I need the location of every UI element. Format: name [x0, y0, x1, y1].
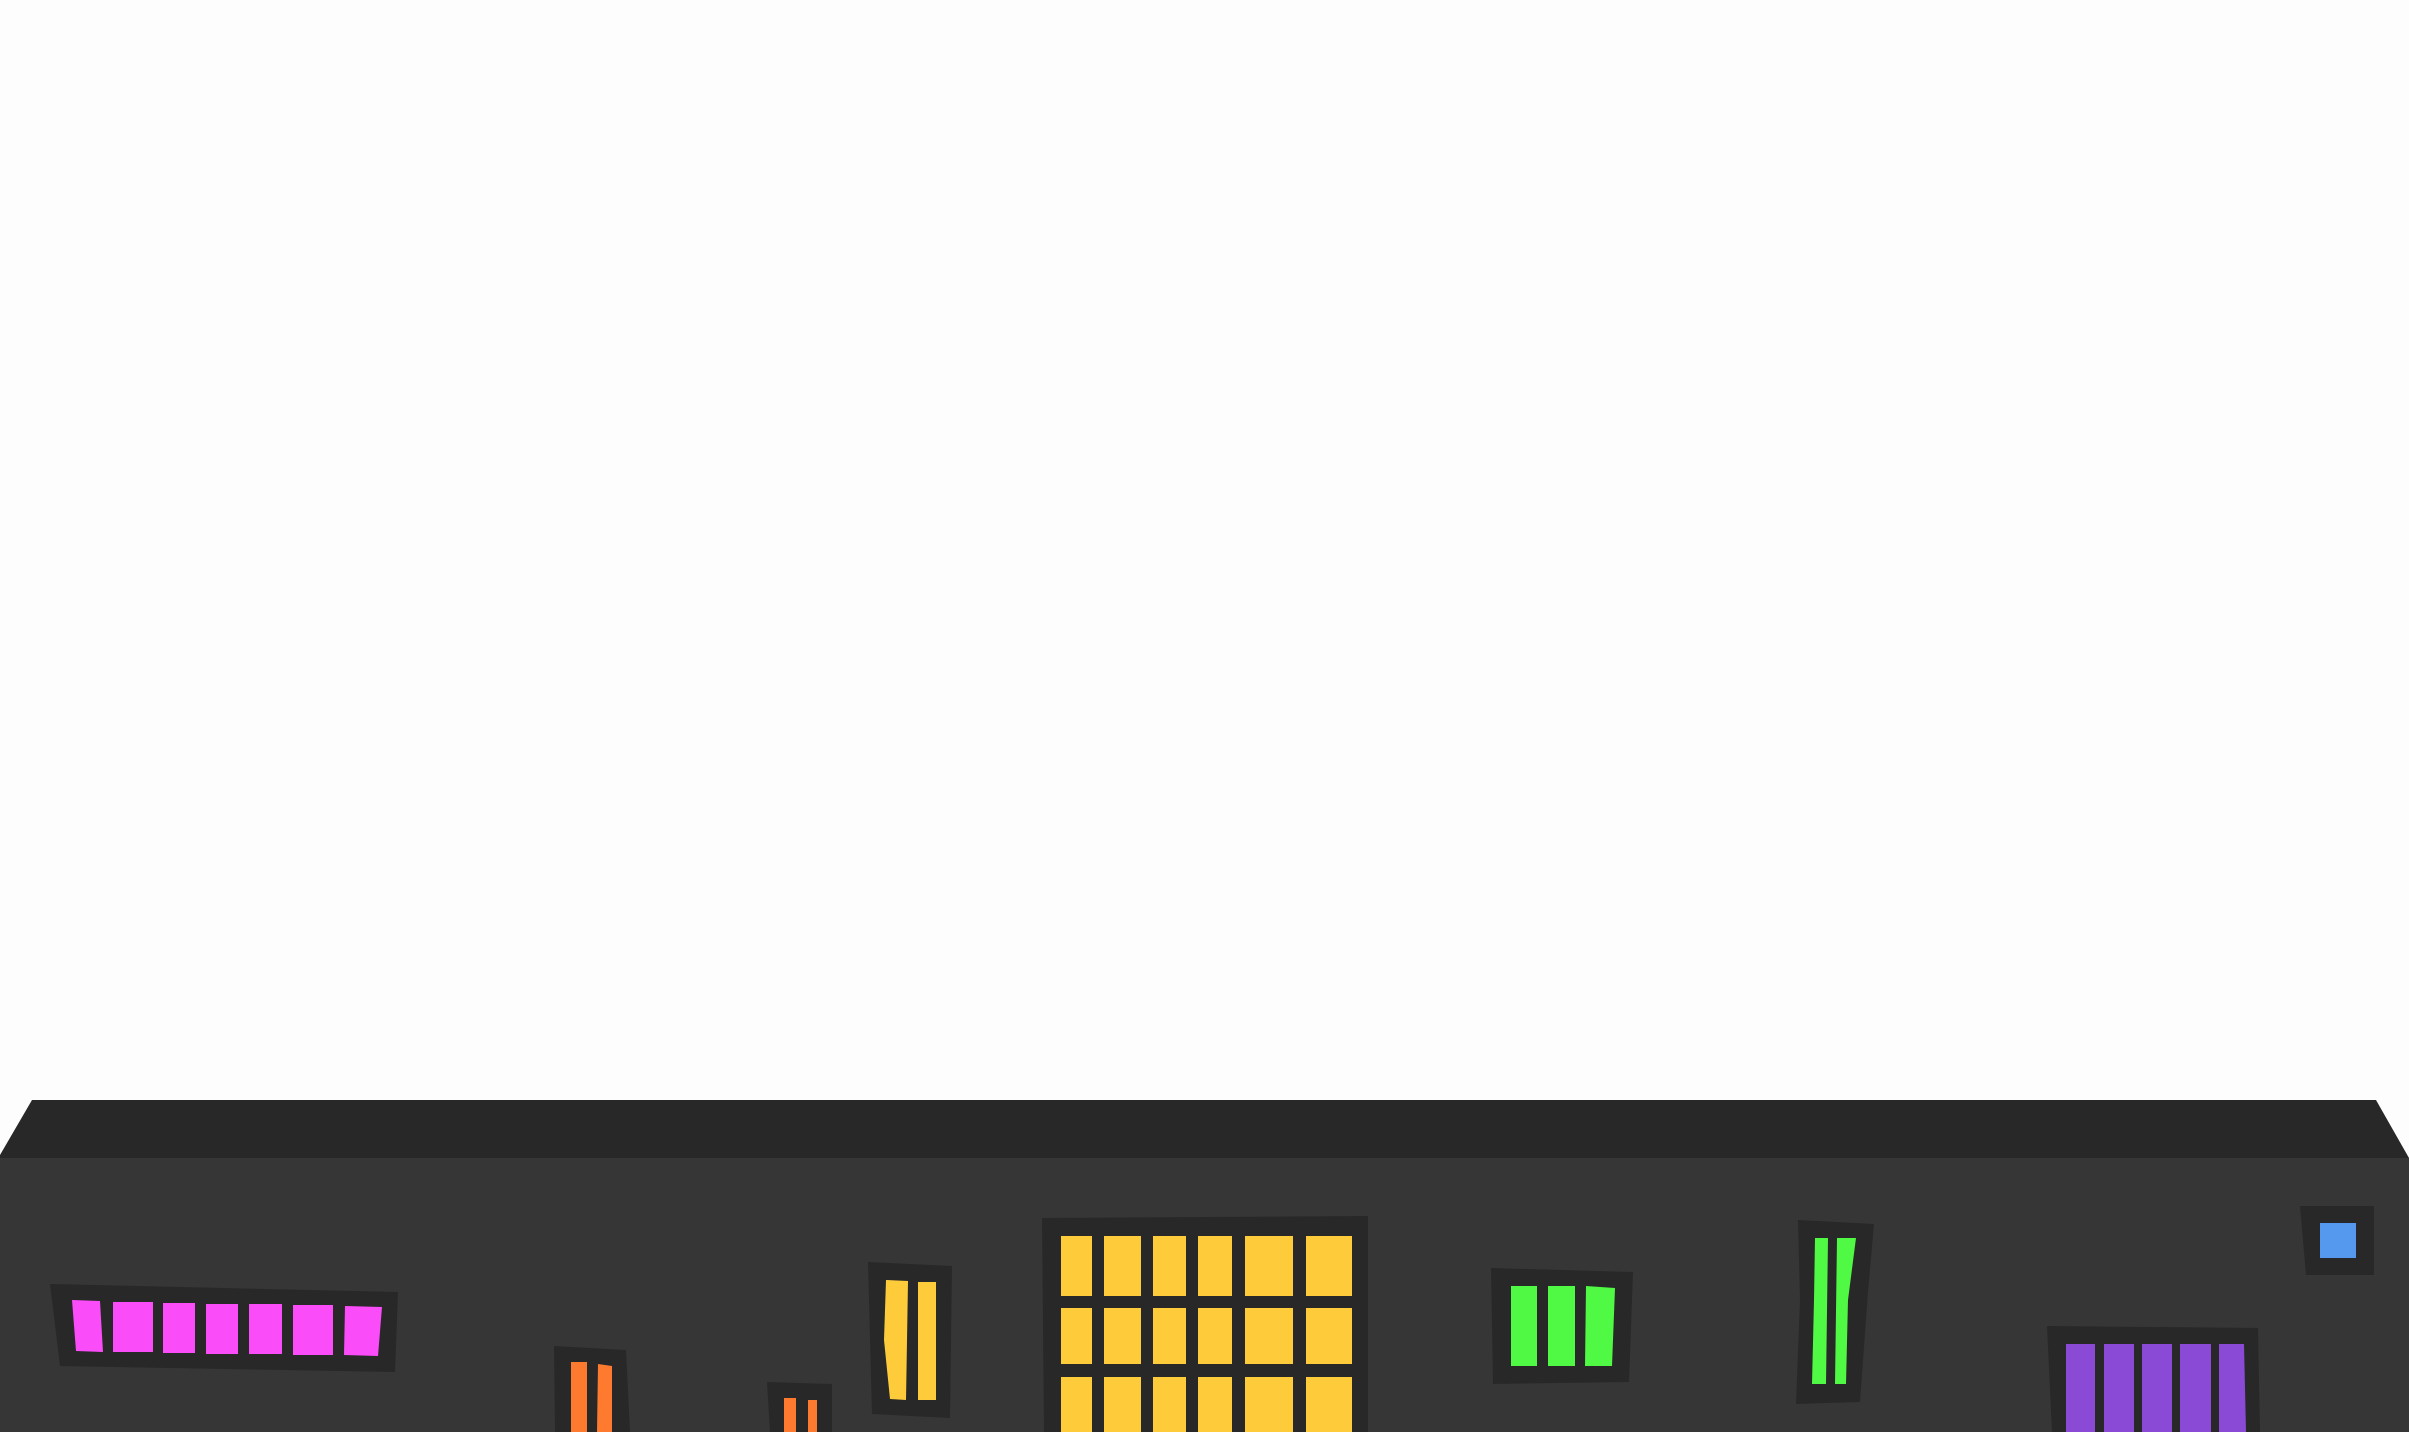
building-scene: [0, 0, 2409, 1432]
window-blue: [2300, 1206, 2374, 1275]
window-magenta: [50, 1284, 398, 1372]
window-yellow-grid: [1042, 1216, 1368, 1432]
window-orange-2: [767, 1382, 832, 1432]
window-purple: [2047, 1326, 2260, 1432]
scene: [0, 0, 2409, 1432]
window-green: [1491, 1268, 1633, 1384]
window-yellow-grid-panes: [1061, 1236, 1352, 1432]
window-orange-1: [554, 1346, 630, 1432]
window-yellow-narrow: [868, 1262, 952, 1418]
building-roof: [0, 1100, 2409, 1160]
